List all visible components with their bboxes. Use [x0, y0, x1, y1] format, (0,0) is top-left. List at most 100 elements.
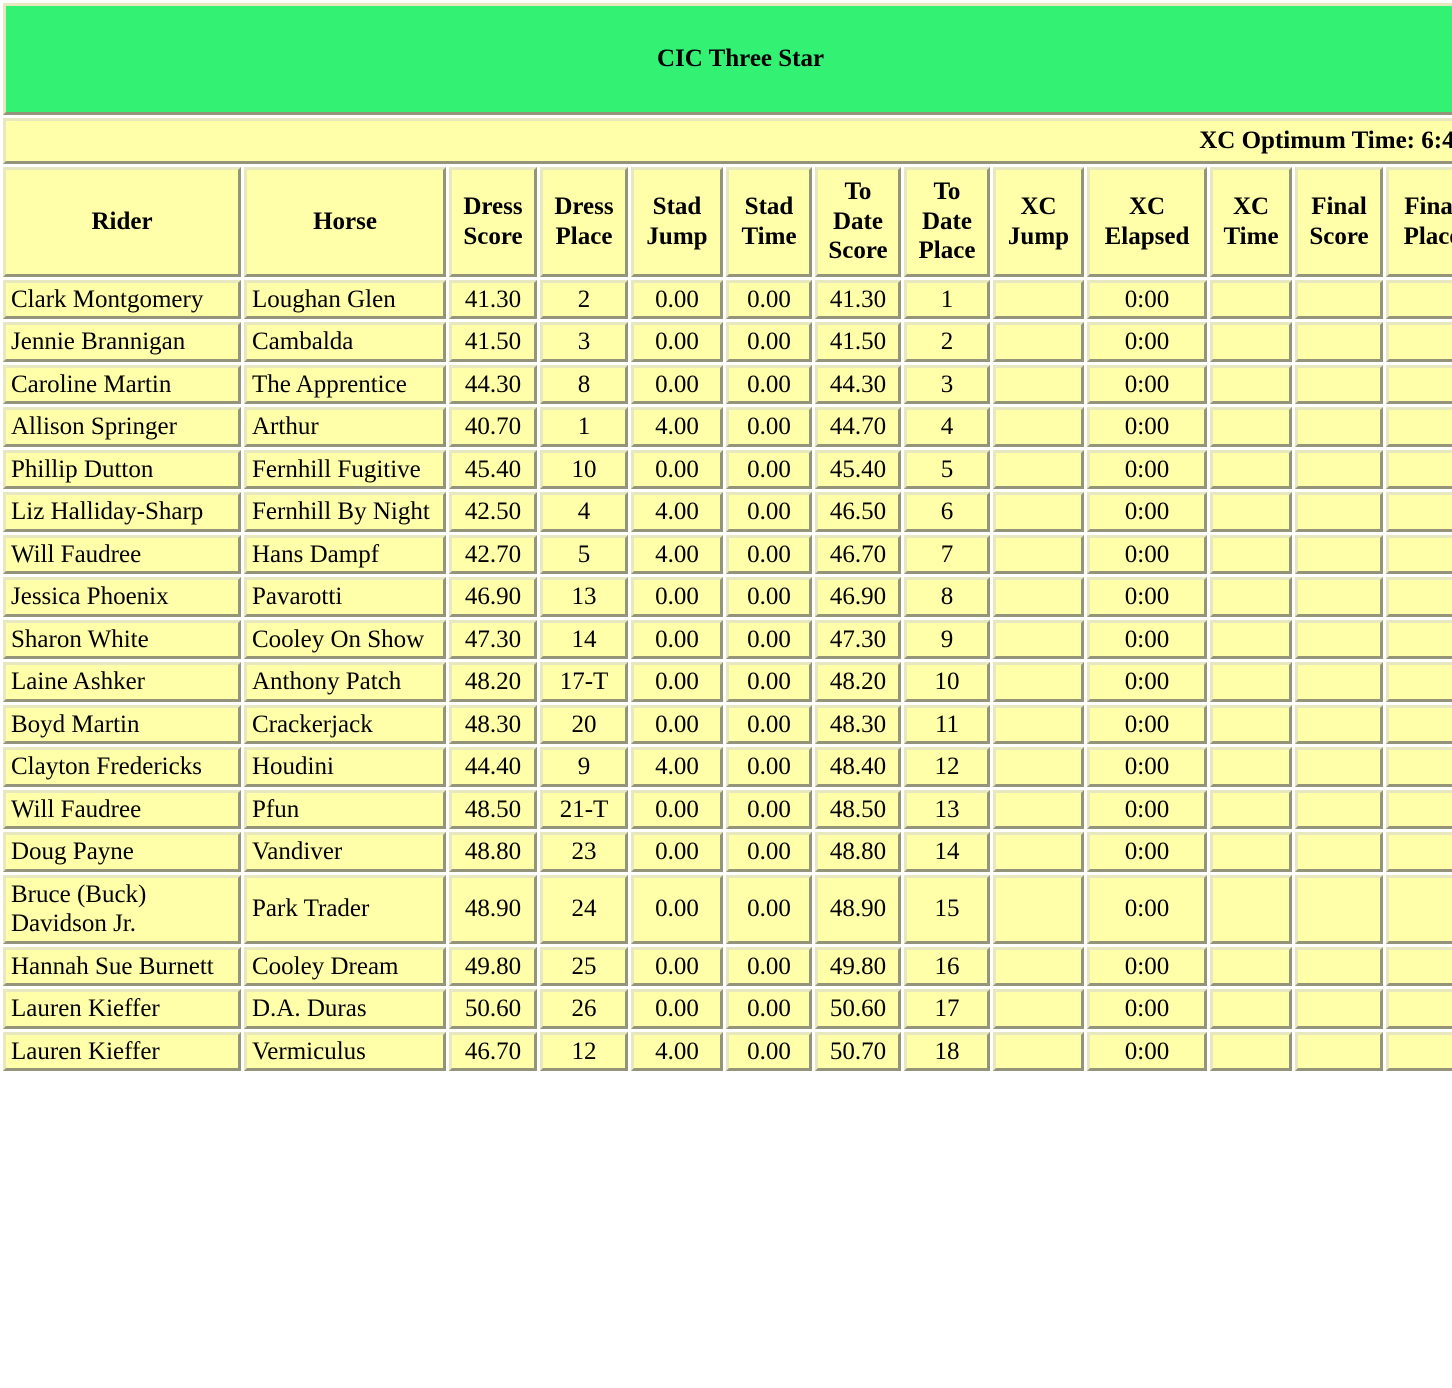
column-header-to_date_score[interactable]: To Date Score [815, 166, 901, 277]
column-header-dress_score[interactable]: Dress Score [449, 166, 537, 277]
column-header-rider[interactable]: Rider [3, 166, 241, 277]
cell-dress_score: 47.30 [449, 619, 537, 659]
cell-xc_elapsed: 0:00 [1087, 534, 1207, 574]
cell-xc_jump [993, 789, 1084, 829]
cell-stad_time: 0.00 [726, 534, 812, 574]
cell-xc_jump [993, 989, 1084, 1029]
cell-xc_time [1210, 874, 1292, 944]
cell-dress_score: 46.90 [449, 577, 537, 617]
column-header-xc_elapsed[interactable]: XC Elapsed [1087, 166, 1207, 277]
cell-horse: Loughan Glen [244, 279, 446, 319]
table-head: CIC Three Star XC Optimum Time: 6:41 Rid… [3, 3, 1452, 277]
cell-xc_time [1210, 577, 1292, 617]
column-header-xc_jump[interactable]: XC Jump [993, 166, 1084, 277]
cell-stad_jump: 0.00 [631, 832, 723, 872]
column-header-dress_place[interactable]: Dress Place [540, 166, 628, 277]
cell-xc_jump [993, 747, 1084, 787]
table-row: Bruce (Buck) Davidson Jr. Park Trader 48.9… [3, 874, 1452, 944]
cell-dress_place: 23 [540, 832, 628, 872]
cell-xc_jump [993, 832, 1084, 872]
title-banner-row: CIC Three Star [3, 3, 1452, 115]
cell-to_date_score: 47.30 [815, 619, 901, 659]
cell-rider: Phillip Dutton [3, 449, 241, 489]
cell-xc_time [1210, 989, 1292, 1029]
cell-final_score [1295, 704, 1383, 744]
column-header-horse[interactable]: Horse [244, 166, 446, 277]
event-title: CIC Three Star [3, 3, 1452, 115]
cell-xc_jump [993, 322, 1084, 362]
cell-stad_jump: 0.00 [631, 989, 723, 1029]
column-header-final_place[interactable]: FinalPlace [1386, 166, 1452, 277]
cell-to_date_place: 12 [904, 747, 990, 787]
column-header-line: XC [1020, 193, 1057, 220]
column-header-final_score[interactable]: Final Score [1295, 166, 1383, 277]
cell-xc_elapsed: 0:00 [1087, 832, 1207, 872]
cell-final_place [1386, 449, 1452, 489]
cell-final_score [1295, 407, 1383, 447]
cell-stad_time: 0.00 [726, 364, 812, 404]
cell-rider: Clayton Fredericks [3, 747, 241, 787]
cell-dress_score: 46.70 [449, 1031, 537, 1071]
column-header-line: Place [918, 237, 976, 265]
column-header-line: Dress [463, 193, 523, 220]
cell-dress_score: 40.70 [449, 407, 537, 447]
cell-horse: Cambalda [244, 322, 446, 362]
table-row: Sharon White Cooley On Show 47.30 14 0.00 0.0… [3, 619, 1452, 659]
cell-xc_jump [993, 449, 1084, 489]
cell-to_date_score: 45.40 [815, 449, 901, 489]
cell-stad_time: 0.00 [726, 874, 812, 944]
column-header-line: Score [828, 237, 888, 265]
table-row: Lauren Kieffer D.A. Duras 50.60 26 0.00 0.00 5… [3, 989, 1452, 1029]
column-header-line: XC [1232, 193, 1270, 220]
cell-stad_jump: 0.00 [631, 279, 723, 319]
column-header-line: Final [1311, 193, 1367, 220]
cell-final_place [1386, 789, 1452, 829]
cell-stad_jump: 0.00 [631, 789, 723, 829]
cell-horse: Park Trader [244, 874, 446, 944]
cell-to_date_score: 41.30 [815, 279, 901, 319]
cell-dress_score: 48.90 [449, 874, 537, 944]
cell-xc_elapsed: 0:00 [1087, 704, 1207, 744]
cell-xc_elapsed: 0:00 [1087, 946, 1207, 986]
cell-horse: Fernhill Fugitive [244, 449, 446, 489]
column-header-line: To [933, 178, 961, 206]
cell-to_date_place: 8 [904, 577, 990, 617]
cell-dress_score: 48.80 [449, 832, 537, 872]
cell-horse: Pavarotti [244, 577, 446, 617]
cell-dress_place: 8 [540, 364, 628, 404]
cell-rider: Lauren Kieffer [3, 989, 241, 1029]
column-header-stad_jump[interactable]: Stad Jump [631, 166, 723, 277]
cell-to_date_place: 14 [904, 832, 990, 872]
cell-rider: Caroline Martin [3, 364, 241, 404]
cell-final_place [1386, 407, 1452, 447]
table-row: Doug Payne Vandiver 48.80 23 0.00 0.00 48.80 14… [3, 832, 1452, 872]
cell-xc_elapsed: 0:00 [1087, 789, 1207, 829]
cell-final_score [1295, 279, 1383, 319]
column-header-line: Time [1223, 222, 1279, 250]
cell-horse: Cooley On Show [244, 619, 446, 659]
cell-final_score [1295, 747, 1383, 787]
cell-final_score [1295, 946, 1383, 986]
cell-rider: Liz Halliday-Sharp [3, 492, 241, 532]
column-header-xc_time[interactable]: XC Time [1210, 166, 1292, 277]
cell-stad_jump: 0.00 [631, 449, 723, 489]
column-header-to_date_place[interactable]: To Date Place [904, 166, 990, 277]
cell-xc_jump [993, 279, 1084, 319]
cell-stad_jump: 4.00 [631, 492, 723, 532]
cell-final_place [1386, 534, 1452, 574]
cell-stad_jump: 4.00 [631, 747, 723, 787]
table-row: Jennie Brannigan Cambalda 41.50 3 0.00 0.00 41… [3, 322, 1452, 362]
xc-optimum-time: XC Optimum Time: 6:41 [3, 118, 1452, 164]
cell-stad_time: 0.00 [726, 279, 812, 319]
cell-stad_jump: 4.00 [631, 407, 723, 447]
cell-horse: Crackerjack [244, 704, 446, 744]
cell-xc_jump [993, 407, 1084, 447]
cell-xc_elapsed: 0:00 [1087, 1031, 1207, 1071]
cell-stad_time: 0.00 [726, 322, 812, 362]
cell-final_place [1386, 662, 1452, 702]
cell-xc_jump [993, 662, 1084, 702]
column-header-stad_time[interactable]: Stad Time [726, 166, 812, 277]
column-header-line: Date [922, 207, 972, 235]
cell-to_date_place: 7 [904, 534, 990, 574]
cell-stad_jump: 0.00 [631, 946, 723, 986]
